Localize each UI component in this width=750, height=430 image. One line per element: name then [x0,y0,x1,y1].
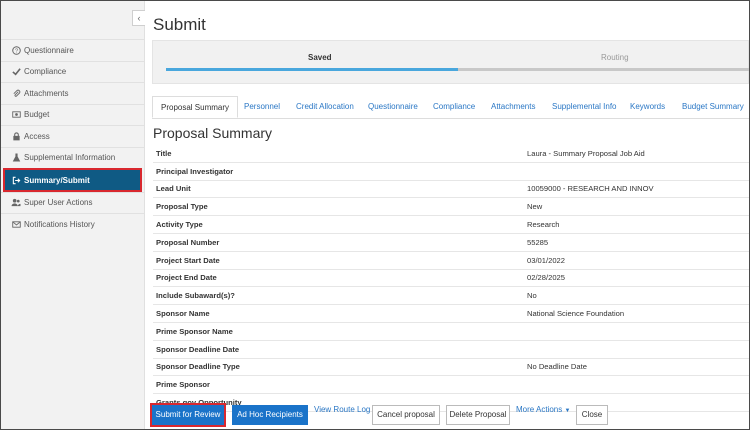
tab-questionnaire[interactable]: Questionnaire [368,96,418,117]
progress-bar-remaining [458,68,749,71]
table-row: Prime Sponsor Name [153,323,749,341]
field-value: 55285 [527,237,549,247]
view-route-log-link[interactable]: View Route Log [314,401,370,421]
field-value: No [527,291,537,301]
more-actions-dropdown[interactable]: More Actions ▼ [516,401,570,421]
collapse-sidebar-button[interactable]: ‹ [132,10,145,26]
sidebar-item-label: Attachments [24,88,69,98]
tab-compliance[interactable]: Compliance [433,96,475,117]
field-value: New [527,202,543,212]
cancel-proposal-button[interactable]: Cancel proposal [372,405,440,425]
flask-icon [10,153,22,162]
tab-budget-summary[interactable]: Budget Summary [682,96,744,117]
sidebar-item-compliance[interactable]: Compliance [1,60,144,83]
more-actions-label: More Actions [516,405,563,414]
field-label: Sponsor Deadline Date [156,344,240,354]
tab-personnel[interactable]: Personnel [244,96,280,117]
app-window: ‹ ? Questionnaire Compliance Attachments [0,0,750,430]
sidebar-item-access[interactable]: Access [1,125,144,147]
field-value: 10059000 - RESEARCH AND INNOV [527,184,654,194]
table-row: Activity Type Research [153,216,749,234]
sidebar-item-supplemental-information[interactable]: Supplemental Information [1,146,144,169]
page-title: Submit [153,15,206,34]
tab-bar: Proposal Summary Personnel Credit Alloca… [152,96,749,119]
lock-icon [10,132,22,141]
tab-credit-allocation[interactable]: Credit Allocation [296,96,354,117]
sidebar-item-label: Supplemental Information [24,153,116,163]
paperclip-icon [10,89,22,98]
envelope-icon [10,220,22,229]
submit-for-review-button[interactable]: Submit for Review [150,403,226,427]
field-value: 03/01/2022 [527,255,566,265]
question-circle-icon: ? [10,45,22,55]
sidebar-nav: ? Questionnaire Compliance Attachments B… [1,39,144,235]
sidebar-item-label: Access [24,131,50,141]
ad-hoc-recipients-button[interactable]: Ad Hoc Recipients [232,405,308,425]
table-row: Project End Date 02/28/2025 [153,270,749,288]
table-row: Lead Unit 10059000 - RESEARCH AND INNOV [153,181,749,199]
sidebar: ‹ ? Questionnaire Compliance Attachments [1,1,145,429]
sidebar-item-label: Super User Actions [24,198,93,208]
tab-keywords[interactable]: Keywords [630,96,665,117]
delete-proposal-button[interactable]: Delete Proposal [446,405,510,425]
field-label: Activity Type [156,220,203,230]
field-value: National Science Foundation [527,309,625,319]
sidebar-item-label: Summary/Submit [24,175,90,185]
table-row: Project Start Date 03/01/2022 [153,252,749,270]
field-label: Principal Investigator [156,166,234,176]
table-row: Sponsor Name National Science Foundation [153,305,749,323]
route-progress: Saved Routing [152,40,749,84]
sidebar-item-budget[interactable]: Budget [1,103,144,126]
checkmark-icon [10,67,22,76]
field-value: 02/28/2025 [527,273,566,283]
main-content: Submit Saved Routing Proposal Summary Pe… [145,1,749,429]
sidebar-item-label: Notifications History [24,219,95,229]
field-label: Proposal Type [156,202,208,212]
table-row: Proposal Type New [153,198,749,217]
route-step-routing: Routing [601,53,629,62]
table-row: Sponsor Deadline Type No Deadline Date [153,359,749,377]
progress-bar-complete [166,68,458,71]
users-icon [10,198,22,207]
sidebar-item-label: Compliance [24,67,67,77]
table-row: Proposal Number 55285 [153,234,749,252]
tab-supplemental-info[interactable]: Supplemental Info [552,96,617,117]
table-row: Principal Investigator [153,163,749,181]
field-label: Project End Date [156,273,217,283]
sidebar-item-summary-submit[interactable]: Summary/Submit [3,168,142,192]
close-button[interactable]: Close [576,405,608,425]
sidebar-item-questionnaire[interactable]: ? Questionnaire [1,39,144,61]
sidebar-item-super-user-actions[interactable]: Super User Actions [1,191,144,214]
section-title: Proposal Summary [153,125,273,141]
field-label: Title [156,148,172,158]
sidebar-item-attachments[interactable]: Attachments [1,82,144,104]
sidebar-item-label: Questionnaire [24,45,74,55]
field-label: Sponsor Deadline Type [156,362,240,372]
field-label: Lead Unit [156,184,191,194]
sign-out-icon [10,176,22,185]
tab-attachments[interactable]: Attachments [491,96,535,117]
route-step-saved: Saved [308,53,332,62]
table-row: Include Subaward(s)? No [153,287,749,306]
table-row: Prime Sponsor [153,376,749,395]
caret-down-icon: ▼ [564,408,571,414]
field-label: Sponsor Name [156,309,210,319]
field-label: Prime Sponsor [156,380,211,390]
field-label: Include Subaward(s)? [156,291,235,301]
sidebar-item-notifications-history[interactable]: Notifications History [1,213,144,235]
field-value: Research [527,220,560,230]
table-row: Sponsor Deadline Date [153,341,749,359]
field-label: Project Start Date [156,255,220,265]
field-value: Laura - Summary Proposal Job Aid [527,148,645,158]
field-label: Proposal Number [156,237,220,247]
proposal-details-table: Title Laura - Summary Proposal Job Aid Pr… [153,145,749,412]
field-label: Prime Sponsor Name [156,326,233,336]
sidebar-item-label: Budget [24,110,50,120]
table-row: Title Laura - Summary Proposal Job Aid [153,145,749,163]
field-value: No Deadline Date [527,362,587,372]
tab-proposal-summary[interactable]: Proposal Summary [152,96,239,118]
budget-icon [10,110,22,119]
